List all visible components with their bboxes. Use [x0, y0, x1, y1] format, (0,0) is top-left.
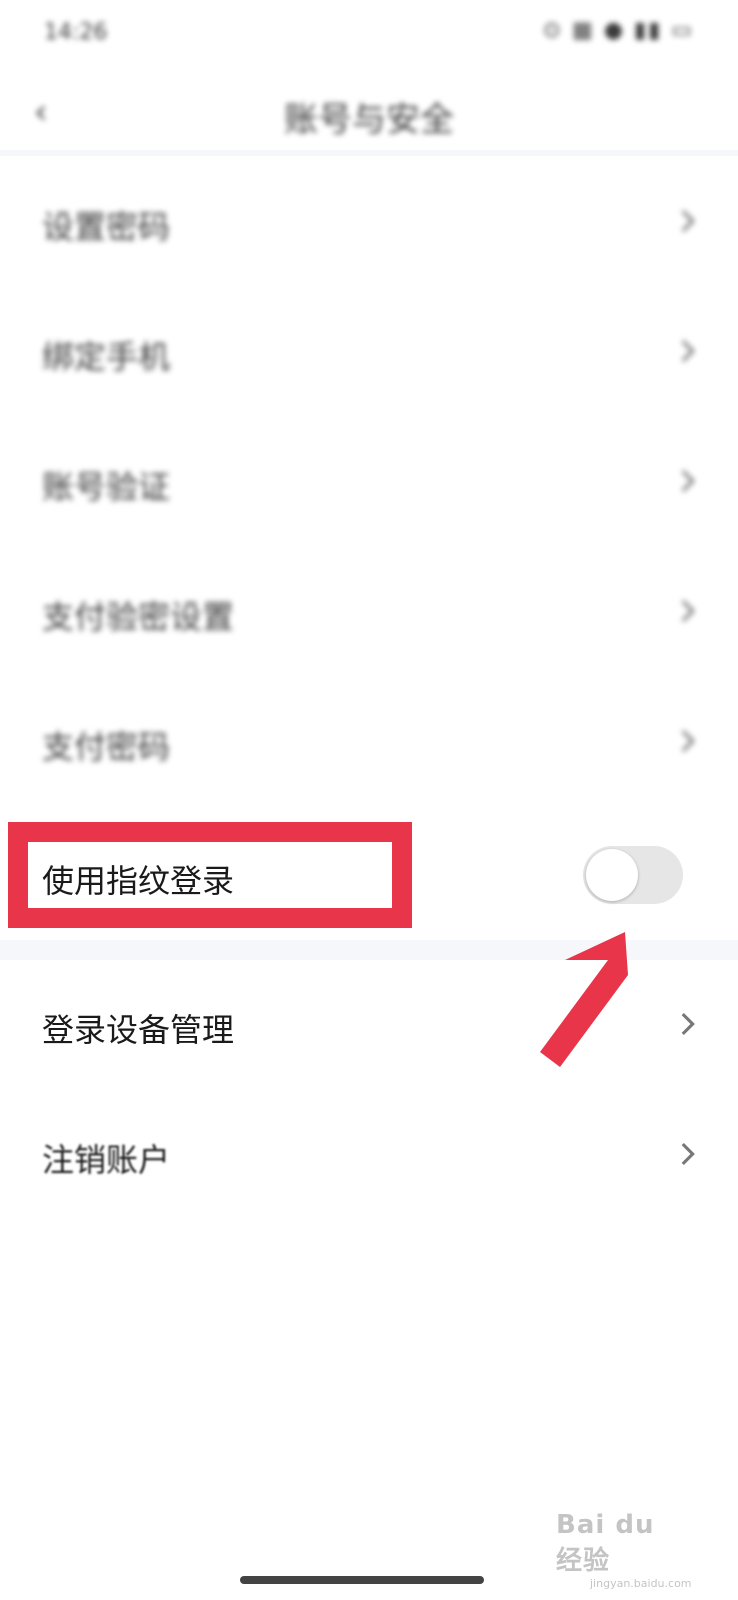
fingerprint-login-toggle[interactable]	[583, 846, 683, 904]
list-item-label: 设置密码	[42, 208, 171, 246]
status-icons: ⊙ ▦ ● ▮▮ ▭	[542, 18, 694, 43]
fingerprint-login-label: 使用指纹登录	[42, 862, 235, 900]
divider	[0, 150, 738, 156]
nav-bar: ‹ 账号与安全	[0, 70, 738, 154]
list-item-deactivate-account[interactable]: 注销账户	[0, 1093, 738, 1223]
list-item-payment-password[interactable]: 支付密码	[0, 680, 738, 810]
list-item-payment-verify-settings[interactable]: 支付验密设置	[0, 550, 738, 680]
list-item-account-verify[interactable]: 账号验证	[0, 420, 738, 550]
status-bar: 14:26 ⊙ ▦ ● ▮▮ ▭	[0, 0, 738, 70]
status-time: 14:26	[44, 20, 108, 45]
list-item-label: 支付密码	[42, 728, 171, 766]
watermark-logo: Bai du 经验	[556, 1510, 655, 1576]
chevron-right-icon	[670, 204, 704, 238]
chevron-right-icon	[670, 1007, 704, 1041]
chevron-right-icon	[670, 464, 704, 498]
chevron-right-icon	[670, 334, 704, 368]
list-item-label: 绑定手机	[42, 338, 171, 376]
watermark: Bai du 经验 jingyan.baidu.com	[556, 1510, 692, 1590]
chevron-right-icon	[670, 724, 704, 758]
list-item-label: 支付验密设置	[42, 598, 235, 636]
list-item-set-password[interactable]: 设置密码	[0, 160, 738, 290]
page-title: 账号与安全	[284, 100, 454, 140]
list-item-device-management[interactable]: 登录设备管理	[0, 963, 738, 1093]
list-item-bind-phone[interactable]: 绑定手机	[0, 290, 738, 420]
toggle-knob	[586, 849, 638, 901]
list-item-label: 登录设备管理	[42, 1011, 235, 1049]
chevron-right-icon	[670, 1137, 704, 1171]
chevron-right-icon	[670, 594, 704, 628]
list-item-label: 账号验证	[42, 468, 171, 506]
home-indicator[interactable]	[240, 1576, 484, 1584]
list-item-label: 注销账户	[42, 1141, 171, 1179]
watermark-url: jingyan.baidu.com	[590, 1577, 692, 1590]
